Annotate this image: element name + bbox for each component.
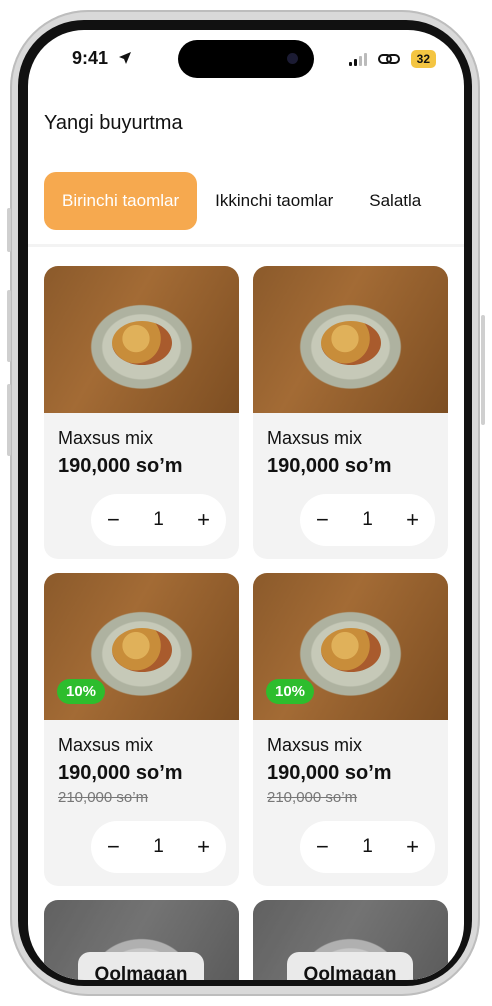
quantity-stepper: − 1 + [91,821,226,873]
product-price: 190,000 so’m [58,762,183,784]
status-time: 9:41 [72,48,109,68]
minus-button[interactable]: − [107,834,120,860]
minus-button[interactable]: − [107,507,120,533]
product-card[interactable]: 10% Maxsus mix 190,000 so’m 210,000 so’m… [44,573,239,886]
tabs-divider [28,244,464,247]
product-name: Maxsus mix [267,428,363,448]
plus-button[interactable]: + [197,834,210,860]
location-arrow-icon [119,52,131,64]
power-button [481,315,485,425]
plus-button[interactable]: + [406,834,419,860]
discount-badge: 10% [57,679,106,704]
product-price: 190,000 so’m [267,762,392,784]
volume-down-button [7,384,11,456]
link-icon [377,54,400,64]
category-tabs: Birinchi taomlar Ikkinchi taomlar Salatl… [44,172,439,230]
tab-ikkinchi-taomlar[interactable]: Ikkinchi taomlar [197,172,351,230]
product-card[interactable]: 10% Maxsus mix 190,000 so’m 210,000 so’m… [253,573,448,886]
quantity-value: 1 [362,509,373,530]
soldout-label: Qolmagan [78,952,204,980]
quantity-value: 1 [362,836,373,857]
quantity-stepper: − 1 + [91,494,226,546]
quantity-stepper: − 1 + [300,821,435,873]
product-card-soldout: Qolmagan [253,900,448,980]
page-title: Yangi buyurtma [44,112,183,134]
screen: 9:41 32 Yangi buyurtma Birinchi taomlar … [28,30,464,980]
soldout-label: Qolmagan [287,952,413,980]
quantity-value: 1 [153,836,164,857]
product-image: 10% [253,573,448,720]
cellular-signal-icon [348,52,367,66]
product-image [253,266,448,413]
tab-salatlar[interactable]: Salatla [351,172,439,230]
minus-button[interactable]: − [316,834,329,860]
product-price: 190,000 so’m [267,455,392,477]
quantity-stepper: − 1 + [300,494,435,546]
discount-badge: 10% [266,679,315,704]
product-image: 10% [44,573,239,720]
battery-indicator: 32 [410,50,436,68]
product-price: 190,000 so’m [58,455,183,477]
old-price: 210,000 so’m [267,789,358,806]
product-image [44,266,239,413]
product-name: Maxsus mix [58,428,154,448]
product-card-soldout: Qolmagan [44,900,239,980]
old-price: 210,000 so’m [58,789,149,806]
quantity-value: 1 [153,509,164,530]
product-name: Maxsus mix [58,735,154,755]
plus-button[interactable]: + [197,507,210,533]
status-indicators: 32 [348,50,436,68]
silent-switch [7,208,11,252]
volume-up-button [7,290,11,362]
dynamic-island [178,40,314,78]
product-card[interactable]: Maxsus mix 190,000 so’m − 1 + [44,266,239,559]
tab-birinchi-taomlar[interactable]: Birinchi taomlar [44,172,198,230]
product-name: Maxsus mix [267,735,363,755]
minus-button[interactable]: − [316,507,329,533]
product-card[interactable]: Maxsus mix 190,000 so’m − 1 + [253,266,448,559]
plus-button[interactable]: + [406,507,419,533]
